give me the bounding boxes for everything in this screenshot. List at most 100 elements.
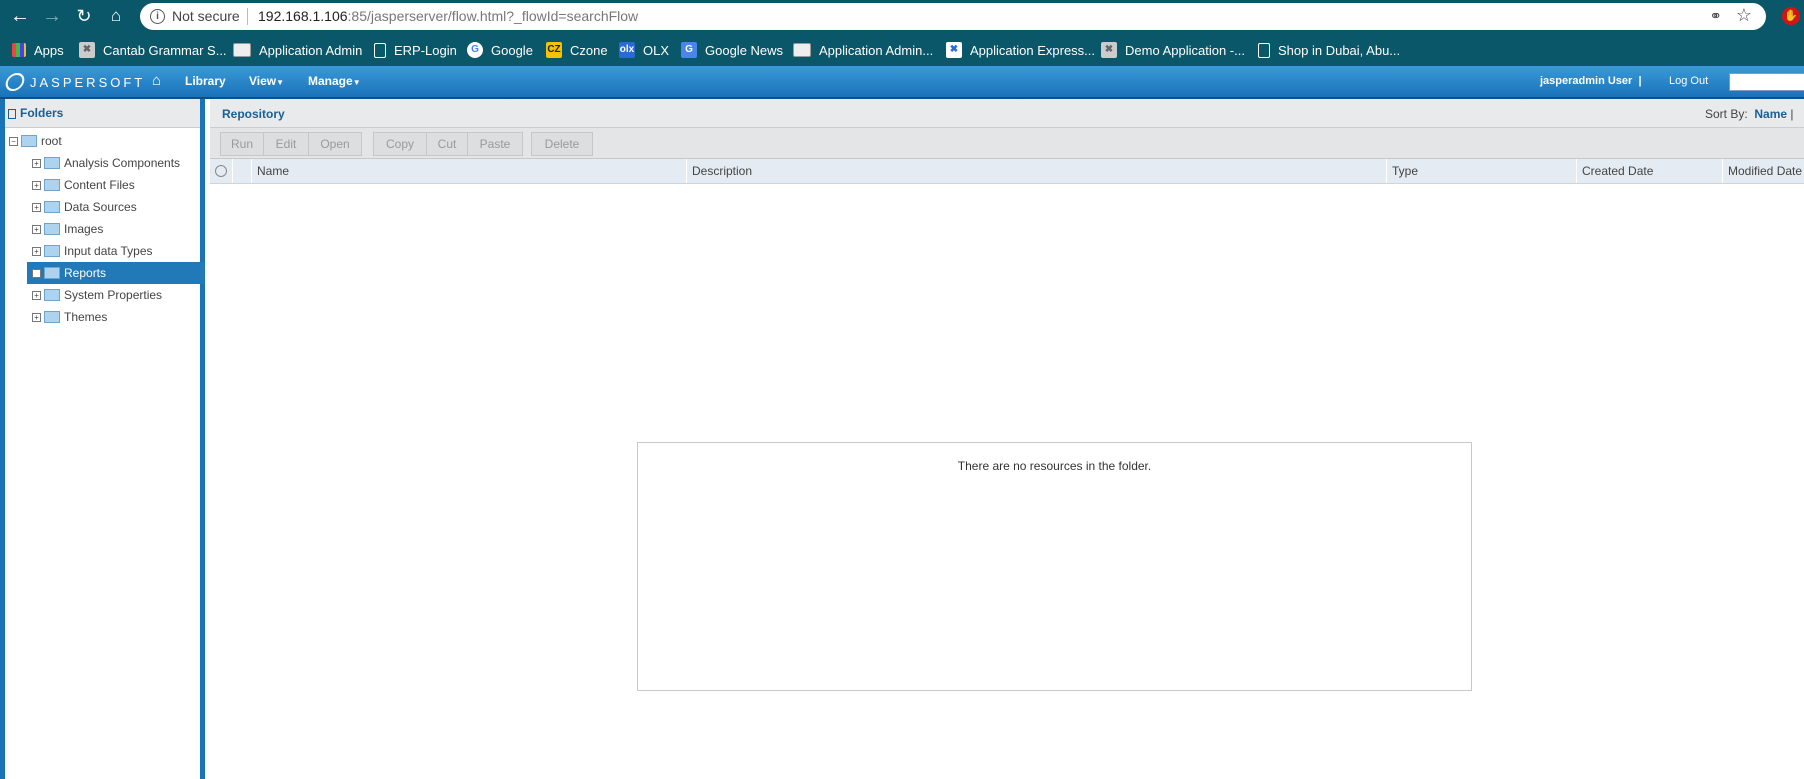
url-path: :85/jasperserver/flow.html?_flowId=searc… xyxy=(347,8,639,24)
expand-icon[interactable]: + xyxy=(32,224,41,234)
edit-button[interactable]: Edit xyxy=(263,132,309,156)
tree-node-analysis-components[interactable]: + Analysis Components xyxy=(32,152,180,174)
url-host: 192.168.1.106 xyxy=(258,8,348,24)
bookmark-label: Application Admin... xyxy=(819,42,934,58)
folder-icon xyxy=(44,289,60,301)
paste-button[interactable]: Paste xyxy=(467,132,523,156)
logout-link[interactable]: Log Out xyxy=(1669,75,1708,87)
expand-icon[interactable]: + xyxy=(32,202,41,212)
column-status[interactable] xyxy=(210,159,229,183)
bookmark-czone[interactable]: CZ Czone xyxy=(546,41,608,59)
expand-icon[interactable]: + xyxy=(32,158,41,168)
repository-header: Repository Sort By: Name | xyxy=(210,99,1804,128)
folder-icon xyxy=(44,245,60,257)
page-icon xyxy=(233,43,251,57)
sort-by-label: Sort By: xyxy=(1705,107,1748,121)
logo-text: JASPERSOFT xyxy=(30,74,146,90)
bookmark-label: Czone xyxy=(570,42,608,58)
bookmark-application-admin-2[interactable]: Application Admin... xyxy=(793,41,933,59)
tree-node-data-sources[interactable]: + Data Sources xyxy=(32,196,137,218)
menu-view[interactable]: View▼ xyxy=(249,74,284,88)
table-header: Name Description Type Created Date Modif… xyxy=(210,159,1804,184)
sort-by: Sort By: Name | xyxy=(1705,107,1794,121)
extension-stop-icon[interactable]: ✋ xyxy=(1782,7,1800,25)
tree-node-label: System Properties xyxy=(64,288,163,302)
bookmark-label: Application Admin xyxy=(259,42,363,58)
apps-grid-icon xyxy=(12,43,26,57)
url-text[interactable]: 192.168.1.106:85/jasperserver/flow.html?… xyxy=(258,8,638,24)
action-toolbar: Run Edit Open Copy Cut Paste Delete xyxy=(210,128,1804,159)
forward-arrow-icon[interactable]: → xyxy=(41,5,63,27)
user-name: jasperadmin User | xyxy=(1540,75,1642,87)
bookmarks-bar: Apps ✖ Cantab Grammar S... Application Ad… xyxy=(0,33,1804,66)
tree-node-themes[interactable]: + Themes xyxy=(32,306,107,328)
tree-node-reports[interactable]: + Reports xyxy=(27,262,205,284)
tree-node-label: Input data Types xyxy=(64,244,153,258)
bookmark-demo-application[interactable]: ✖ Demo Application -... xyxy=(1101,41,1245,59)
address-bar[interactable]: i Not secure 192.168.1.106:85/jasperserv… xyxy=(140,3,1766,30)
column-created-date[interactable]: Created Date xyxy=(1576,159,1702,183)
folder-icon xyxy=(44,267,60,279)
expand-icon[interactable]: + xyxy=(32,268,41,278)
column-name[interactable]: Name xyxy=(251,159,627,183)
not-secure-label: Not secure xyxy=(172,8,240,24)
bookmark-label: ERP-Login xyxy=(394,42,457,58)
tree-node-images[interactable]: + Images xyxy=(32,218,103,240)
back-arrow-icon[interactable]: ← xyxy=(9,5,31,27)
chevron-down-icon: ▼ xyxy=(352,78,361,87)
tree-node-root[interactable]: − root xyxy=(9,130,62,152)
cut-button[interactable]: Cut xyxy=(426,132,468,156)
bookmark-application-express[interactable]: ✖ Application Express... xyxy=(946,41,1095,59)
key-icon[interactable]: ⚭ xyxy=(1709,7,1722,25)
folder-icon xyxy=(44,201,60,213)
tree-node-label: Images xyxy=(64,222,104,236)
expand-icon[interactable]: + xyxy=(32,290,41,300)
site-icon: ✖ xyxy=(1101,42,1117,58)
sort-by-name-link[interactable]: Name xyxy=(1754,107,1787,121)
menu-manage[interactable]: Manage▼ xyxy=(308,74,361,88)
bookmark-google[interactable]: G Google xyxy=(467,41,533,59)
expand-icon[interactable]: + xyxy=(32,246,41,256)
menu-manage-label: Manage xyxy=(308,74,353,88)
menu-view-label: View xyxy=(249,74,277,88)
home-icon[interactable]: ⌂ xyxy=(152,72,161,89)
tree-node-label: Analysis Components xyxy=(64,156,181,170)
tree-node-label: Content Files xyxy=(64,178,135,192)
bookmark-label: Shop in Dubai, Abu... xyxy=(1278,42,1401,58)
home-icon[interactable]: ⌂ xyxy=(105,5,127,27)
folder-icon xyxy=(44,179,60,191)
bookmark-apps[interactable]: Apps xyxy=(12,41,64,59)
column-description[interactable]: Description xyxy=(686,159,1292,183)
folder-icon xyxy=(44,311,60,323)
column-modified-date[interactable]: Modified Date xyxy=(1722,159,1804,183)
tree-node-system-properties[interactable]: + System Properties xyxy=(32,284,162,306)
bookmark-google-news[interactable]: G Google News xyxy=(681,41,783,59)
jaspersoft-logo[interactable]: JASPERSOFT xyxy=(3,73,146,91)
column-type[interactable]: Type xyxy=(1386,159,1572,183)
bookmark-label: Demo Application -... xyxy=(1125,42,1245,58)
search-input[interactable] xyxy=(1729,73,1804,91)
panel-toggle-icon[interactable] xyxy=(8,109,16,119)
reload-icon[interactable]: ↻ xyxy=(73,5,95,27)
user-name-text: jasperadmin User xyxy=(1540,75,1633,87)
tree-node-content-files[interactable]: + Content Files xyxy=(32,174,135,196)
open-button[interactable]: Open xyxy=(308,132,362,156)
bookmark-shop-dubai[interactable]: Shop in Dubai, Abu... xyxy=(1258,41,1400,59)
bookmark-application-admin[interactable]: Application Admin xyxy=(233,41,362,59)
tree-node-input-data-types[interactable]: + Input data Types xyxy=(32,240,153,262)
expand-icon[interactable]: + xyxy=(32,180,41,190)
menu-library[interactable]: Library xyxy=(185,74,226,88)
run-button[interactable]: Run xyxy=(220,132,264,156)
star-icon[interactable]: ☆ xyxy=(1736,5,1752,26)
document-icon xyxy=(1258,42,1270,58)
bookmark-olx[interactable]: olx OLX xyxy=(619,41,669,59)
info-icon[interactable]: i xyxy=(150,9,165,24)
collapse-icon[interactable]: − xyxy=(9,136,18,146)
tree-node-label: Themes xyxy=(64,310,108,324)
page-icon xyxy=(793,43,811,57)
copy-button[interactable]: Copy xyxy=(373,132,427,156)
expand-icon[interactable]: + xyxy=(32,312,41,322)
delete-button[interactable]: Delete xyxy=(531,132,593,156)
bookmark-erp-login[interactable]: ERP-Login xyxy=(374,41,457,59)
bookmark-cantab[interactable]: ✖ Cantab Grammar S... xyxy=(79,41,227,59)
